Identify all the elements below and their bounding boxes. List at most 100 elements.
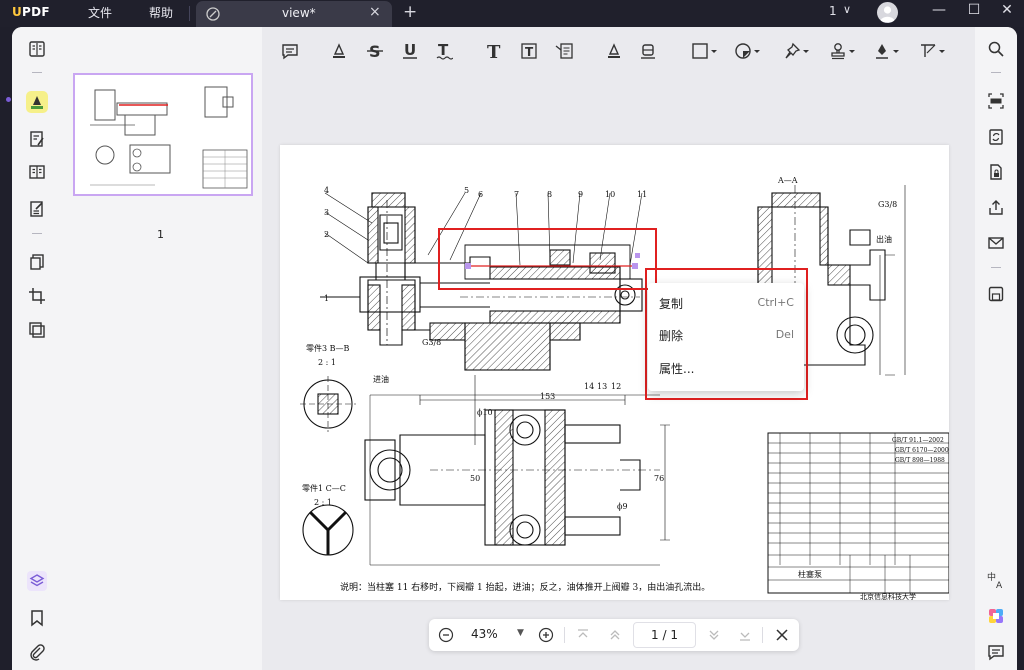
- divider: [564, 627, 565, 643]
- callout-label: 4: [324, 186, 329, 195]
- divider: [991, 72, 1001, 73]
- zoom-out-button[interactable]: [437, 626, 455, 644]
- note-icon[interactable]: [279, 40, 301, 62]
- pin-icon[interactable]: [782, 40, 812, 62]
- callout-label: 2: [324, 230, 329, 239]
- callout-icon[interactable]: [553, 40, 575, 62]
- callout-label: 9: [578, 190, 583, 199]
- highlight-icon[interactable]: [328, 40, 350, 62]
- menu-item-shortcut: Ctrl+C: [757, 296, 794, 309]
- protect-icon[interactable]: [985, 161, 1007, 183]
- stamp-icon[interactable]: [828, 40, 858, 62]
- zoom-level[interactable]: 43%: [471, 627, 498, 641]
- comments-panel-icon[interactable]: [985, 641, 1007, 663]
- thumbnail-panel: 1: [64, 27, 262, 670]
- tab-close-button[interactable]: ×: [369, 4, 381, 20]
- page-navigation-bar: 43% ▼ 1 / 1: [429, 619, 799, 651]
- maximize-button[interactable]: ☐: [962, 2, 986, 24]
- shape-icon[interactable]: [690, 40, 720, 62]
- callout-label: 6: [478, 190, 483, 199]
- strikethrough-icon[interactable]: S: [364, 40, 386, 62]
- search-icon[interactable]: [985, 38, 1007, 60]
- layers-icon[interactable]: [26, 570, 48, 592]
- translate-icon[interactable]: 中A: [985, 569, 1007, 591]
- underline-icon[interactable]: U: [399, 40, 421, 62]
- sign-icon[interactable]: [26, 198, 48, 220]
- outlet-label: 出油: [876, 234, 892, 244]
- context-menu-copy[interactable]: 复制 Ctrl+C: [648, 289, 804, 317]
- pencil-icon[interactable]: [603, 40, 625, 62]
- overlay-icon[interactable]: [26, 319, 48, 341]
- left-toolbar: [12, 27, 64, 670]
- share-icon[interactable]: [985, 197, 1007, 219]
- context-menu: 复制 Ctrl+C 删除 Del 属性...: [648, 283, 804, 391]
- bom-standard: GB/T 91.1—2002: [892, 437, 944, 444]
- scale-label: 2 : 1: [318, 358, 336, 367]
- right-toolbar: 中A: [975, 27, 1017, 670]
- context-menu-delete[interactable]: 删除 Del: [648, 321, 804, 349]
- window-count[interactable]: 1: [829, 4, 837, 18]
- previous-page-button[interactable]: [606, 626, 624, 644]
- signature-icon[interactable]: [872, 40, 902, 62]
- divider: [189, 6, 190, 21]
- page-thumbnail[interactable]: [73, 73, 253, 196]
- menu-help[interactable]: 帮助: [149, 4, 173, 21]
- attachment-icon[interactable]: [26, 641, 48, 663]
- section-label: A—A: [777, 176, 798, 185]
- text-icon[interactable]: T: [483, 40, 505, 62]
- stamp-shape-icon[interactable]: [733, 40, 763, 62]
- reader-icon[interactable]: [26, 38, 48, 60]
- edit-pdf-icon[interactable]: [26, 128, 48, 150]
- selection-highlight-box: [438, 228, 657, 290]
- bom-standard: GB/T 6170—2000: [895, 447, 949, 454]
- first-page-button[interactable]: [574, 626, 592, 644]
- view-label: 零件1 C—C: [302, 483, 346, 493]
- next-page-button[interactable]: [705, 626, 723, 644]
- chevron-down-icon[interactable]: ∨: [843, 3, 851, 16]
- squiggly-icon[interactable]: T: [433, 40, 455, 62]
- ocr-icon[interactable]: [985, 90, 1007, 112]
- last-page-button[interactable]: [736, 626, 754, 644]
- divider: [32, 233, 42, 234]
- convert-icon[interactable]: [985, 126, 1007, 148]
- minimize-button[interactable]: —: [927, 2, 951, 24]
- ai-assistant-icon[interactable]: [985, 605, 1007, 627]
- measure-icon[interactable]: [918, 40, 948, 62]
- document-tab[interactable]: view* ×: [196, 1, 392, 27]
- callout-label: 3: [324, 208, 329, 217]
- view-label: 零件3 B—B: [306, 343, 350, 353]
- thumbnail-page-number: 1: [157, 228, 164, 241]
- dimension-label: 50: [470, 474, 480, 483]
- callout-label: 11: [637, 190, 647, 199]
- callout-label: 8: [547, 190, 552, 199]
- close-button[interactable]: ✕: [995, 2, 1019, 24]
- crop-icon[interactable]: [26, 285, 48, 307]
- mail-icon[interactable]: [985, 232, 1007, 254]
- callout-label: 7: [514, 190, 519, 199]
- menu-file[interactable]: 文件: [88, 4, 112, 21]
- thread-label: G3/8: [878, 200, 897, 209]
- close-navigation-button[interactable]: [773, 626, 791, 644]
- pdf-page[interactable]: 4 3 2 1 5 6 7 8 9 10 11 14 13 12 A—A G3/…: [280, 145, 950, 601]
- comment-icon[interactable]: [26, 91, 48, 113]
- bookmark-icon[interactable]: [26, 607, 48, 629]
- thread-label: G3/8: [422, 338, 441, 347]
- callout-label: 12: [611, 382, 621, 391]
- eraser-icon[interactable]: [637, 40, 659, 62]
- callout-label: 5: [464, 186, 469, 195]
- organize-pages-icon[interactable]: [26, 251, 48, 273]
- context-menu-properties[interactable]: 属性...: [648, 354, 804, 382]
- save-icon[interactable]: [985, 283, 1007, 305]
- dimension-label: 153: [540, 392, 555, 401]
- new-tab-button[interactable]: +: [403, 2, 417, 22]
- callout-label: 1: [324, 294, 329, 303]
- callout-label: 14: [584, 382, 594, 391]
- textbox-icon[interactable]: T: [518, 40, 540, 62]
- form-icon[interactable]: [26, 161, 48, 183]
- zoom-in-button[interactable]: [537, 626, 555, 644]
- bom-standard: GB/T 898—1988: [895, 457, 945, 464]
- callout-label: 13: [597, 382, 607, 391]
- avatar[interactable]: [877, 2, 898, 23]
- zoom-dropdown-icon[interactable]: ▼: [517, 628, 524, 638]
- page-number-input[interactable]: 1 / 1: [633, 622, 696, 648]
